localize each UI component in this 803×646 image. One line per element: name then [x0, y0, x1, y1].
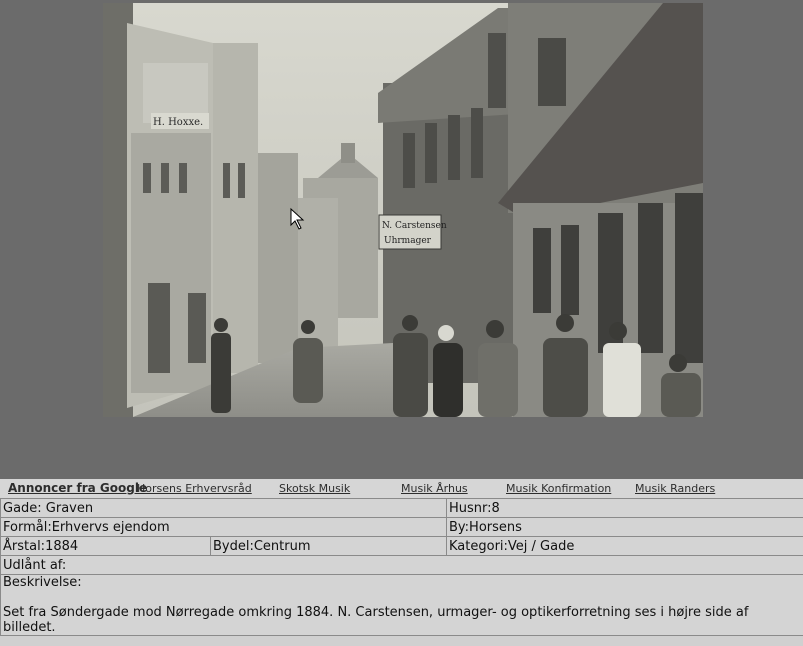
field-husnr: Husnr:8 — [446, 498, 803, 518]
beskrivelse-label: Beskrivelse: — [3, 575, 82, 591]
record-table: Gade: Graven Husnr:8 Formål:Erhvervs eje… — [0, 498, 803, 636]
field-udlaant: Udlånt af: — [0, 555, 803, 575]
table-row: Årstal:1884 Bydel:Centrum Kategori:Vej /… — [0, 536, 803, 556]
beskrivelse-text: Set fra Søndergade mod Nørregade omkring… — [3, 605, 749, 635]
field-formaal: Formål:Erhvervs ejendom — [0, 517, 447, 537]
shop-sign-line2: Uhrmager — [384, 236, 432, 246]
table-row: Gade: Graven Husnr:8 — [0, 498, 803, 518]
field-beskrivelse: Beskrivelse: Set fra Søndergade mod Nørr… — [0, 574, 803, 636]
table-row: Udlånt af: — [0, 555, 803, 575]
historic-street-photo: H. Hoxxe. N. Carstensen Uhrmager — [103, 3, 703, 417]
field-by: By:Horsens — [446, 517, 803, 537]
shop-sign-line1: N. Carstensen — [382, 221, 447, 231]
ad-link-musik-aarhus[interactable]: Musik Århus — [401, 482, 468, 495]
field-bydel: Bydel:Centrum — [210, 536, 447, 556]
ads-title-link[interactable]: Annoncer fra Google — [8, 481, 147, 495]
field-aarstal: Årstal:1884 — [0, 536, 211, 556]
google-ads-bar: Annoncer fra Google Horsens Erhvervsråd … — [0, 479, 803, 499]
ad-link-musik-randers[interactable]: Musik Randers — [635, 482, 715, 495]
ad-link-musik-konfirmation[interactable]: Musik Konfirmation — [506, 482, 611, 495]
field-gade: Gade: Graven — [0, 498, 447, 518]
table-row: Beskrivelse: Set fra Søndergade mod Nørr… — [0, 574, 803, 636]
table-row: Formål:Erhvervs ejendom By:Horsens — [0, 517, 803, 537]
ad-link-skotsk-musik[interactable]: Skotsk Musik — [279, 482, 350, 495]
ad-link-horsens-erhvervsraad[interactable]: Horsens Erhvervsråd — [137, 482, 252, 495]
field-kategori: Kategori:Vej / Gade — [446, 536, 803, 556]
shop-sign: N. Carstensen Uhrmager — [378, 214, 447, 250]
street-photo-drawing: H. Hoxxe. N. Carstensen Uhrmager — [103, 3, 703, 417]
info-panel: Annoncer fra Google Horsens Erhvervsråd … — [0, 479, 803, 646]
sign-left: H. Hoxxe. — [153, 117, 203, 128]
